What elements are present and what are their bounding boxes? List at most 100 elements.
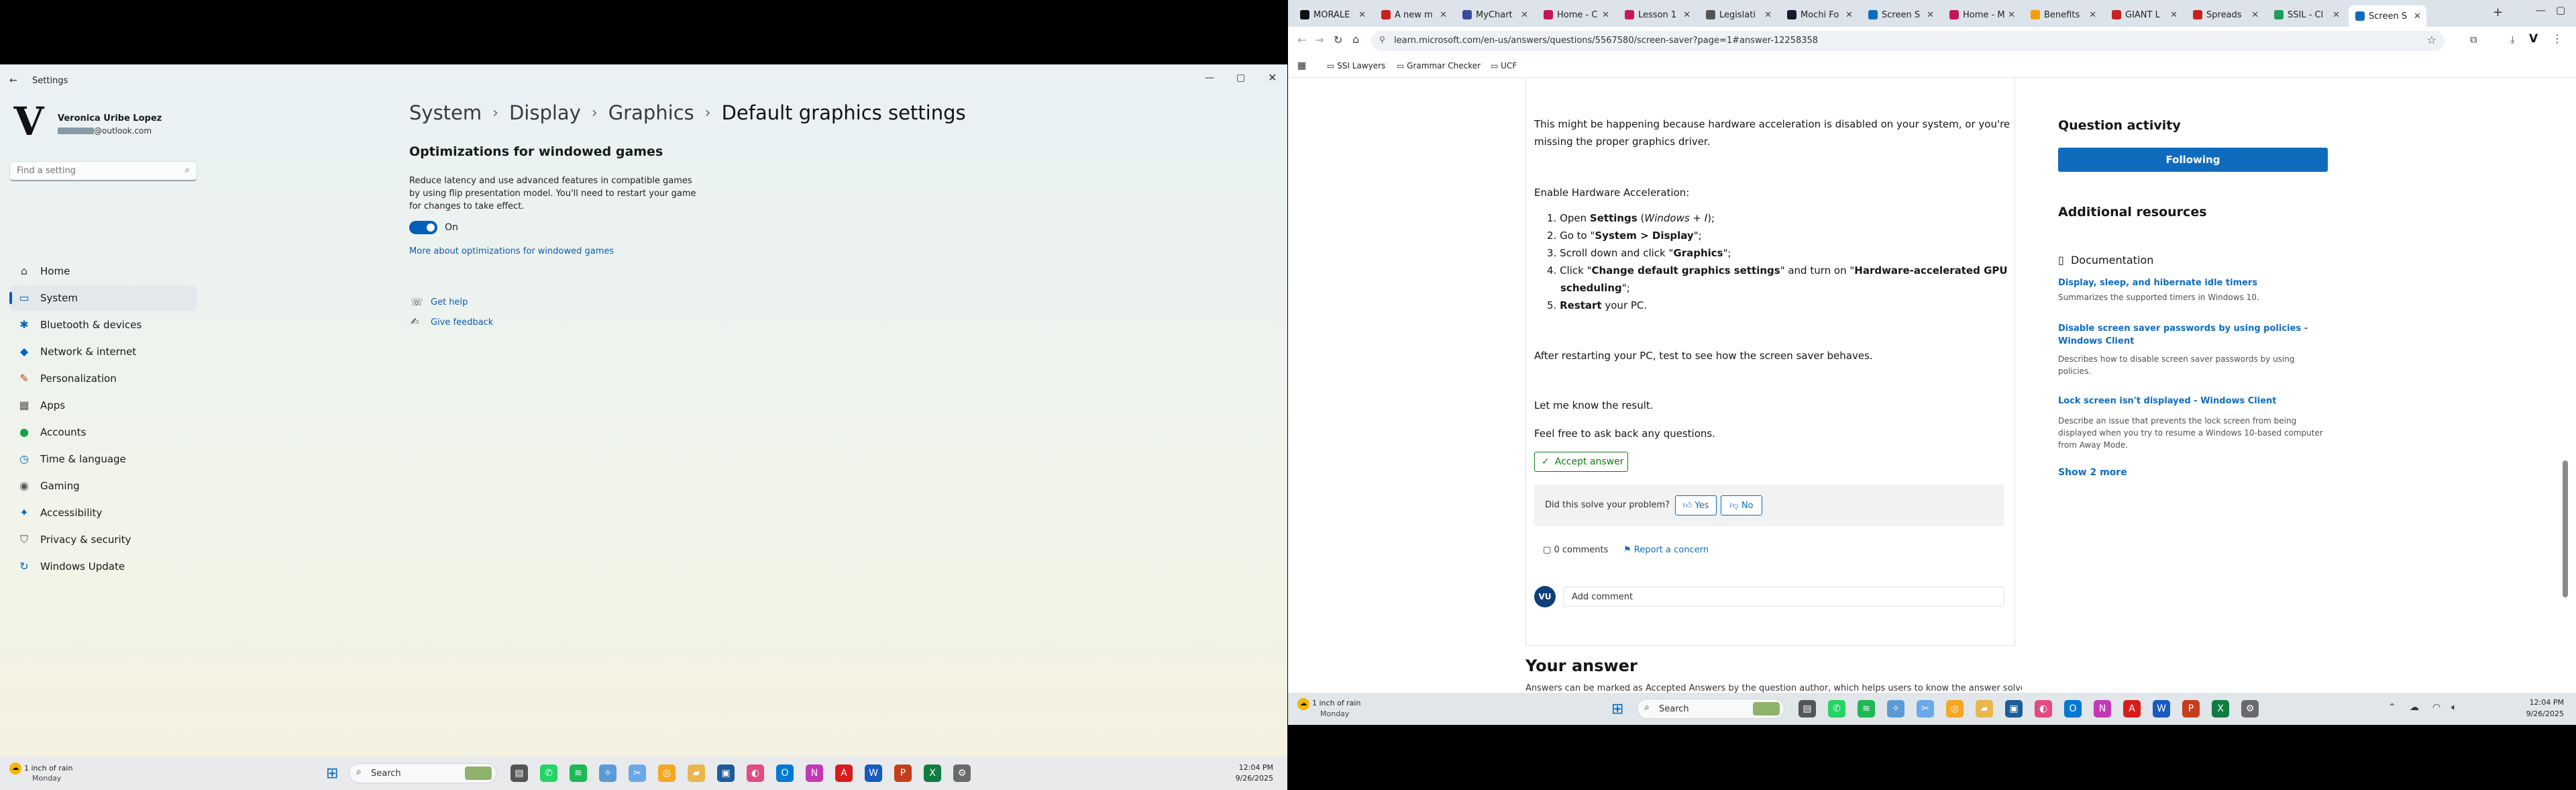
star-icon[interactable]: ☆ (2427, 34, 2436, 46)
onenote-icon[interactable]: N (806, 764, 823, 782)
snipping-tool-icon[interactable]: ✂ (629, 764, 646, 782)
windows-start-icon[interactable]: ⊞ (1611, 701, 1623, 718)
get-help-link[interactable]: Get help (431, 297, 468, 307)
download-icon[interactable]: ⤓ (2510, 34, 2515, 46)
doc-link[interactable]: Display, sleep, and hibernate idle timer… (2058, 277, 2326, 289)
store-icon[interactable]: ▣ (717, 764, 735, 782)
chrome-icon[interactable]: ◎ (658, 764, 676, 782)
close-tab-icon[interactable]: ✕ (1764, 10, 1772, 20)
folder-icon[interactable]: ▰ (1976, 700, 1993, 718)
close-tab-icon[interactable]: ✕ (1602, 10, 1609, 20)
taskbar-time[interactable]: 12:04 PM (2522, 698, 2564, 707)
back-icon[interactable]: ← (9, 75, 17, 86)
accept-answer-button[interactable]: ✓ Accept answer (1534, 452, 1628, 472)
taskbar-time[interactable]: 12:04 PM (1233, 763, 1273, 772)
sidebar-item-time-language[interactable]: ◷ Time & language (9, 446, 197, 472)
add-comment-input[interactable]: Add comment (1563, 587, 2004, 607)
breadcrumb-graphics[interactable]: Graphics (608, 101, 694, 124)
whatsapp-icon[interactable]: ✆ (1828, 700, 1845, 718)
copilot-icon[interactable]: ✧ (599, 764, 616, 782)
windowed-games-toggle[interactable] (409, 221, 437, 234)
close-tab-icon[interactable]: ✕ (2251, 10, 2259, 20)
breadcrumb-display[interactable]: Display (509, 101, 581, 124)
maximize-button[interactable]: ▢ (1236, 72, 1245, 83)
new-tab-button[interactable]: + (2493, 5, 2503, 19)
powerpoint-icon[interactable]: P (894, 764, 912, 782)
powerpoint-icon[interactable]: P (2182, 700, 2200, 718)
browser-tab[interactable]: GIANT L ✕ (2105, 5, 2183, 24)
bookmark-ucf[interactable]: ▭ UCF (1491, 61, 1517, 70)
snipping-tool-icon[interactable]: ✂ (1917, 700, 1934, 718)
spotify-icon[interactable]: ≋ (1858, 700, 1875, 718)
outlook-icon[interactable]: O (776, 764, 794, 782)
weather-icon[interactable]: ☁ (1297, 698, 1309, 710)
settings-search-box[interactable]: ⌕ (9, 161, 197, 181)
maximize-button[interactable]: ▢ (2556, 4, 2565, 16)
close-tab-icon[interactable]: ✕ (1440, 10, 1447, 20)
app-icon[interactable]: ◐ (747, 764, 764, 782)
file-explorer-icon[interactable]: ▤ (1799, 700, 1816, 718)
store-icon[interactable]: ▣ (2005, 700, 2023, 718)
sidebar-item-bluetooth-devices[interactable]: ✱ Bluetooth & devices (9, 312, 197, 338)
tray-chevron-icon[interactable]: ⌃ (2388, 702, 2396, 713)
onenote-icon[interactable]: N (2094, 700, 2111, 718)
sidebar-item-gaming[interactable]: ◉ Gaming (9, 473, 197, 499)
site-info-icon[interactable]: ⚲ (1379, 35, 1385, 44)
browser-tab[interactable]: MyChart ✕ (1456, 5, 1534, 24)
yes-button[interactable]: 👍︎ Yes (1675, 495, 1717, 515)
browser-tab[interactable]: Legislati ✕ (1699, 5, 1777, 24)
excel-icon[interactable]: X (924, 764, 941, 782)
close-button[interactable]: ✕ (1268, 71, 1277, 84)
close-tab-icon[interactable]: ✕ (1927, 10, 1934, 20)
file-explorer-icon[interactable]: ▤ (511, 764, 528, 782)
browser-tab[interactable]: Home - C ✕ (1537, 5, 1615, 24)
whatsapp-icon[interactable]: ✆ (540, 764, 557, 782)
page-scrollbar-thumb[interactable] (2563, 460, 2568, 597)
windows-start-icon[interactable]: ⊞ (326, 765, 338, 782)
outlook-icon[interactable]: O (2064, 700, 2082, 718)
close-tab-icon[interactable]: ✕ (1358, 10, 1366, 20)
home-icon[interactable]: ⌂ (1352, 33, 1359, 46)
comments-link[interactable]: ▢ 0 comments (1543, 545, 1608, 555)
breadcrumb-system[interactable]: System (409, 101, 482, 124)
browser-tab[interactable]: SSIL - Cl ✕ (2267, 5, 2345, 24)
menu-icon[interactable]: ⋮ (2552, 32, 2563, 45)
word-icon[interactable]: W (2153, 700, 2170, 718)
onedrive-icon[interactable]: ☁ (2410, 702, 2419, 713)
sidebar-item-home[interactable]: ⌂ Home (9, 258, 197, 284)
wifi-icon[interactable]: ◠ (2432, 702, 2440, 713)
sidebar-item-accessibility[interactable]: ✦ Accessibility (9, 500, 197, 526)
minimize-button[interactable]: — (1205, 72, 1214, 83)
following-button[interactable]: Following (2058, 148, 2328, 172)
extensions-icon[interactable]: ⧉ (2470, 34, 2477, 46)
settings-gear-icon[interactable]: ⚙ (953, 764, 971, 782)
close-tab-icon[interactable]: ✕ (1845, 10, 1853, 20)
sidebar-item-apps[interactable]: ▦ Apps (9, 393, 197, 418)
sidebar-item-windows-update[interactable]: ↻ Windows Update (9, 554, 197, 579)
avatar[interactable]: V (11, 102, 47, 141)
more-about-link[interactable]: More about optimizations for windowed ga… (409, 246, 614, 256)
show-more-link[interactable]: Show 2 more (2058, 467, 2127, 478)
sidebar-item-system[interactable]: ▭ System (9, 285, 197, 311)
forward-icon[interactable]: → (1315, 34, 1324, 46)
reload-icon[interactable]: ↻ (1334, 34, 1342, 46)
acrobat-icon[interactable]: A (835, 764, 853, 782)
doc-link[interactable]: Lock screen isn't displayed - Windows Cl… (2058, 395, 2326, 407)
weather-icon[interactable]: ☁ (9, 762, 21, 775)
browser-tab[interactable]: Spreads ✕ (2186, 5, 2264, 24)
address-bar[interactable]: ⚲ learn.microsoft.com/en-us/answers/ques… (1371, 31, 2445, 51)
close-tab-icon[interactable]: ✕ (2008, 10, 2015, 20)
excel-icon[interactable]: X (2212, 700, 2229, 718)
no-button[interactable]: 👎︎ No (1721, 495, 1762, 515)
volume-icon[interactable]: 🔈︎ (2451, 702, 2457, 713)
doc-link[interactable]: Disable screen saver passwords by using … (2058, 322, 2326, 348)
sidebar-item-personalization[interactable]: ✎ Personalization (9, 366, 197, 391)
app-icon[interactable]: ◐ (2035, 700, 2052, 718)
bookmark-ssi-lawyers[interactable]: ▭ SSI Lawyers (1327, 61, 1385, 70)
browser-tab[interactable]: Benefits ✕ (2024, 5, 2102, 24)
sidebar-item-accounts[interactable]: ● Accounts (9, 419, 197, 445)
close-tab-icon[interactable]: ✕ (2170, 10, 2178, 20)
acrobat-icon[interactable]: A (2123, 700, 2141, 718)
profile-icon[interactable]: V (2529, 32, 2538, 46)
settings-search-input[interactable] (17, 162, 171, 179)
